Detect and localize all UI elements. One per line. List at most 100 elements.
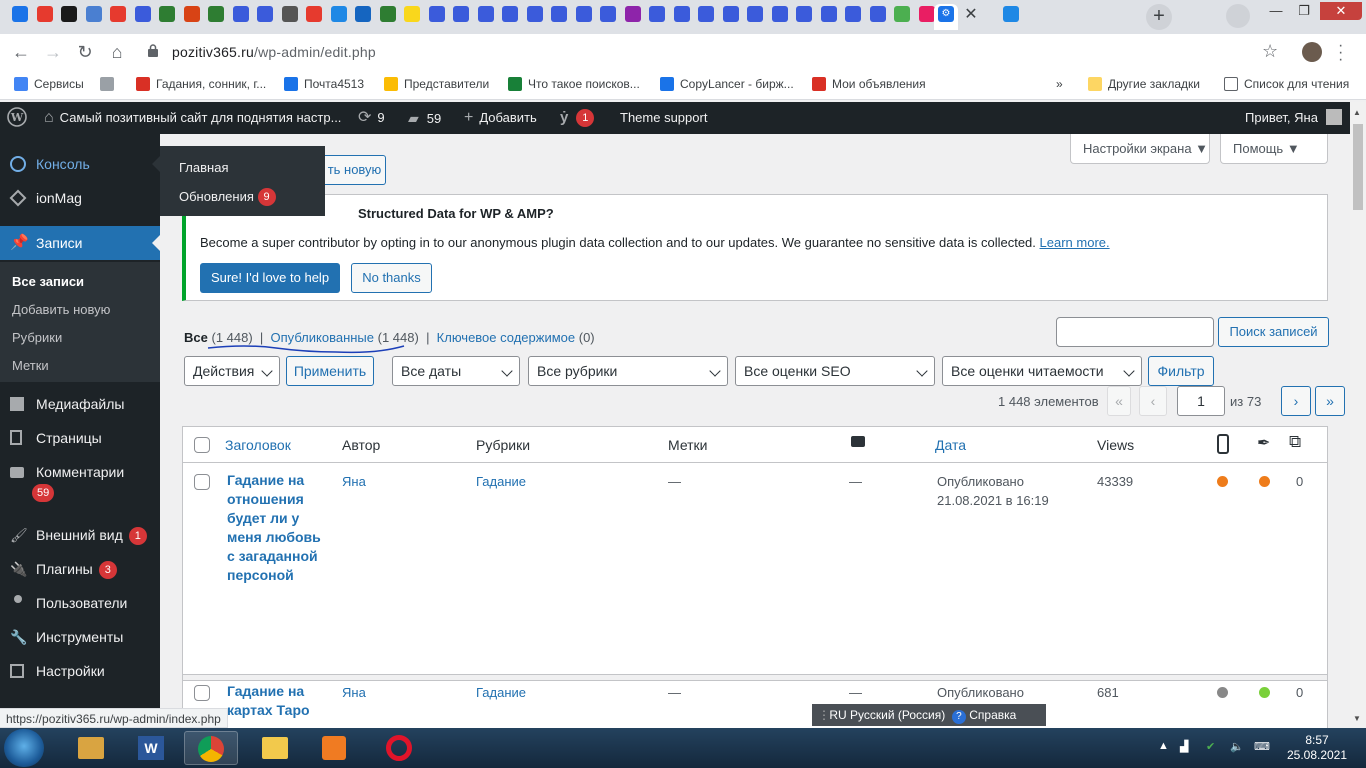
submenu-categories[interactable]: Рубрики — [12, 330, 62, 345]
tab-favicon-icon[interactable] — [306, 6, 322, 22]
seo-score-select[interactable]: Все оценки SEO — [735, 356, 935, 386]
tab-favicon-icon[interactable] — [159, 6, 175, 22]
tab-favicon-icon[interactable] — [208, 6, 224, 22]
last-page-button[interactable]: » — [1315, 386, 1345, 416]
keyboard-layout-icon[interactable]: ⌨ — [1254, 740, 1270, 753]
theme-support-link[interactable]: Theme support — [620, 102, 707, 134]
post-category-link[interactable]: Гадание — [476, 685, 526, 700]
tab-favicon-icon[interactable] — [85, 6, 102, 22]
tray-expand-icon[interactable]: ▲ — [1158, 740, 1169, 752]
tab-favicon-icon[interactable] — [36, 6, 53, 22]
tab-favicon-icon[interactable] — [257, 6, 273, 22]
start-button[interactable] — [4, 729, 44, 767]
next-page-button[interactable]: › — [1281, 386, 1311, 416]
readability-select[interactable]: Все оценки читаемости — [942, 356, 1142, 386]
add-new-link[interactable]: + Добавить — [464, 102, 537, 134]
tab-favicon-icon[interactable] — [330, 6, 347, 22]
bookmark-item[interactable]: Мои объявления — [812, 77, 926, 91]
post-title-link[interactable]: Гадание на картах Таро — [227, 682, 327, 720]
maximize-icon[interactable]: ❐ — [1290, 2, 1318, 20]
sidebar-item-dashboard[interactable]: Консоль — [0, 147, 160, 181]
bookmark-item[interactable]: Гадания, сонник, г... — [136, 77, 266, 91]
sidebar-item-appearance[interactable]: 🖌 Внешний вид 1 — [0, 518, 160, 552]
tab-favicon-icon[interactable] — [820, 6, 837, 22]
folder-taskbar-icon[interactable] — [248, 731, 302, 765]
bookmark-item[interactable]: Что такое поисков... — [508, 77, 640, 91]
tab-favicon-icon[interactable] — [428, 6, 445, 22]
bookmark-item[interactable]: Представители — [384, 77, 489, 91]
submenu-add-new[interactable]: Добавить новую — [12, 302, 110, 317]
sidebar-item-settings[interactable]: Настройки — [0, 654, 160, 688]
select-all-checkbox[interactable] — [194, 437, 210, 453]
dates-select[interactable]: Все даты — [392, 356, 520, 386]
tab-favicon-icon[interactable] — [845, 6, 861, 22]
bookmark-item[interactable]: Почта4513 — [284, 77, 364, 91]
row-checkbox[interactable] — [194, 685, 210, 701]
column-date[interactable]: Дата — [935, 437, 966, 453]
column-title[interactable]: Заголовок — [225, 437, 291, 453]
scrollbar-thumb[interactable] — [1353, 124, 1363, 210]
tab-close-icon[interactable]: ✕ — [962, 4, 980, 26]
language-help[interactable]: Справка — [969, 708, 1016, 722]
sidebar-item-users[interactable]: Пользователи — [0, 586, 160, 620]
submenu-all-posts[interactable]: Все записи — [12, 274, 84, 289]
post-search-input[interactable] — [1056, 317, 1214, 347]
other-bookmarks[interactable]: Другие закладки — [1088, 77, 1200, 91]
tab-favicon-icon[interactable] — [722, 6, 739, 22]
tab-favicon-icon[interactable] — [869, 6, 886, 22]
tab-favicon-icon[interactable] — [575, 6, 592, 22]
tab-favicon-icon[interactable] — [183, 6, 200, 22]
row-checkbox[interactable] — [194, 474, 210, 490]
tab-favicon-icon[interactable] — [649, 6, 665, 22]
tab-favicon-icon[interactable] — [600, 6, 616, 22]
tab-favicon-icon[interactable] — [1003, 6, 1019, 22]
network-icon[interactable]: ▟ — [1180, 740, 1188, 753]
tab-favicon-icon[interactable] — [502, 6, 518, 22]
screen-options-toggle[interactable]: Настройки экрана ▼ — [1070, 134, 1210, 164]
sidebar-item-pages[interactable]: Страницы — [0, 421, 160, 455]
tab-favicon-icon[interactable] — [796, 6, 812, 22]
sidebar-item-plugins[interactable]: 🔌 Плагины 3 — [0, 552, 160, 586]
view-cornerstone[interactable]: Ключевое содержимое (0) — [437, 330, 595, 345]
tab-favicon-icon[interactable] — [453, 6, 469, 22]
tab-favicon-icon[interactable] — [281, 6, 298, 22]
first-page-button[interactable]: « — [1107, 386, 1131, 416]
wp-logo-icon[interactable]: W — [7, 102, 27, 134]
bookmark-item[interactable]: CopyLancer - бирж... — [660, 77, 794, 91]
search-posts-button[interactable]: Поиск записей — [1218, 317, 1329, 347]
bookmarks-overflow-icon[interactable]: » — [1056, 77, 1063, 91]
tab-favicon-icon[interactable] — [232, 6, 249, 22]
bookmark-item[interactable] — [100, 77, 120, 91]
home-icon[interactable]: ⌂ — [106, 41, 128, 63]
learn-more-link[interactable]: Learn more. — [1040, 235, 1110, 250]
apply-button[interactable]: Применить — [286, 356, 374, 386]
reload-icon[interactable]: ↻ — [74, 41, 96, 63]
post-author-link[interactable]: Яна — [342, 474, 366, 489]
tab-favicon-icon[interactable] — [918, 6, 935, 22]
reading-list[interactable]: Список для чтения — [1224, 77, 1349, 91]
scroll-up-icon[interactable]: ▲ — [1353, 108, 1361, 117]
updates-link[interactable]: ⟳ 9 — [358, 102, 385, 134]
tab-favicon-icon[interactable] — [61, 6, 77, 22]
categories-select[interactable]: Все рубрики — [528, 356, 728, 386]
tab-favicon-icon[interactable] — [698, 6, 714, 22]
tab-favicon-icon[interactable] — [747, 6, 763, 22]
bookmark-star-icon[interactable]: ☆ — [1262, 41, 1278, 62]
tab-favicon-icon[interactable] — [355, 6, 371, 22]
tab-favicon-icon[interactable] — [551, 6, 567, 22]
tab-favicon-icon[interactable] — [110, 6, 126, 22]
sidebar-item-posts[interactable]: 📌 Записи — [0, 226, 160, 260]
chrome-taskbar-icon[interactable] — [184, 731, 238, 765]
page-scrollbar[interactable]: ▲ ▼ — [1350, 102, 1366, 728]
profile-icon[interactable] — [1226, 4, 1250, 28]
site-name-link[interactable]: ⌂ Самый позитивный сайт для поднятия наст… — [44, 102, 341, 134]
tab-favicon-icon[interactable] — [404, 6, 420, 22]
sidebar-item-ionmag[interactable]: ionMag — [0, 181, 160, 215]
decline-tracking-button[interactable]: No thanks — [351, 263, 432, 293]
submenu-tags[interactable]: Метки — [12, 358, 49, 373]
tab-favicon-icon[interactable] — [477, 6, 494, 22]
sidebar-item-media[interactable]: Медиафайлы — [0, 387, 160, 421]
sidebar-item-tools[interactable]: 🔧 Инструменты — [0, 620, 160, 654]
tab-favicon-icon[interactable] — [526, 6, 543, 22]
word-taskbar-icon[interactable]: W — [124, 731, 178, 765]
